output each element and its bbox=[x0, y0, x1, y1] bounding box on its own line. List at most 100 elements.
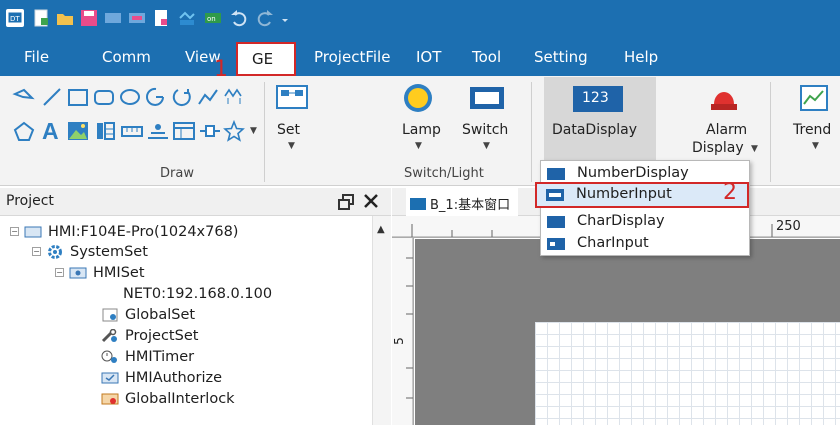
menu-help[interactable]: Help bbox=[624, 48, 658, 66]
tree-item-hmiauthorize[interactable]: HMIAuthorize bbox=[101, 368, 222, 388]
tree-item-hmitimer[interactable]: HMITimer bbox=[101, 347, 194, 367]
new-file-icon[interactable] bbox=[32, 9, 50, 27]
menu-iot[interactable]: IOT bbox=[416, 48, 441, 66]
screen-tab-icon bbox=[410, 198, 426, 210]
alarm-icon[interactable] bbox=[707, 82, 741, 114]
tree-item-globalinterlock[interactable]: GlobalInterlock bbox=[101, 389, 235, 409]
sector-tool-icon[interactable] bbox=[170, 86, 194, 108]
set-button-icon[interactable] bbox=[275, 82, 309, 112]
draw-more-dropdown-icon[interactable]: ▼ bbox=[250, 126, 257, 136]
ribbon-separator bbox=[264, 82, 265, 182]
hmi-settings-icon bbox=[69, 266, 87, 280]
switch-light-group-label: Switch/Light bbox=[404, 166, 484, 181]
scale-tool-icon[interactable] bbox=[120, 120, 144, 142]
float-panel-icon[interactable] bbox=[338, 194, 354, 210]
switch-button-icon[interactable] bbox=[469, 86, 505, 110]
authorize-icon bbox=[101, 371, 119, 385]
switch-dropdown-icon[interactable]: ▼ bbox=[483, 141, 490, 151]
tree-collapse-icon[interactable]: − bbox=[10, 227, 19, 236]
curve-tool-icon[interactable] bbox=[222, 86, 246, 108]
ellipse-tool-icon[interactable] bbox=[118, 86, 142, 108]
ribbon-separator bbox=[770, 82, 771, 182]
tree-collapse-icon[interactable]: − bbox=[32, 247, 41, 256]
tree-item-projectset[interactable]: ProjectSet bbox=[101, 326, 198, 346]
svg-text:on: on bbox=[207, 15, 216, 23]
annotation-step-1: 1 bbox=[214, 57, 228, 82]
dropdown-item-charinput[interactable]: CharInput bbox=[541, 233, 749, 255]
set-dropdown-icon[interactable]: ▼ bbox=[288, 141, 295, 151]
tree-item-systemset-label: SystemSet bbox=[70, 244, 148, 260]
window-tool-icon[interactable] bbox=[172, 120, 196, 142]
lamp-dropdown-icon[interactable]: ▼ bbox=[415, 141, 422, 151]
undo-icon[interactable] bbox=[230, 9, 248, 27]
tree-item-hmitimer-label: HMITimer bbox=[125, 349, 195, 365]
pointer-tool-icon[interactable] bbox=[12, 86, 36, 108]
gear-icon bbox=[46, 245, 64, 259]
trend-button[interactable]: Trend bbox=[793, 122, 831, 138]
polyline-tool-icon[interactable] bbox=[196, 86, 220, 108]
svg-text:DT: DT bbox=[10, 15, 20, 23]
switch-button[interactable]: Switch bbox=[462, 122, 508, 138]
tab-screen-b1[interactable]: B_1:基本窗口 bbox=[406, 188, 519, 216]
draw-group-label: Draw bbox=[160, 166, 194, 181]
menu-projectfile[interactable]: ProjectFile bbox=[314, 48, 390, 66]
compile-icon[interactable] bbox=[104, 9, 122, 27]
download-icon[interactable] bbox=[128, 9, 146, 27]
svg-text:A: A bbox=[42, 118, 59, 142]
grid-line-tool-icon[interactable] bbox=[146, 120, 170, 142]
menu-file[interactable]: File bbox=[24, 48, 49, 66]
save-icon[interactable] bbox=[80, 9, 98, 27]
dropdown-item-chardisplay[interactable]: CharDisplay bbox=[541, 211, 749, 233]
star-tool-icon[interactable] bbox=[222, 119, 246, 142]
trend-dropdown-icon[interactable]: ▼ bbox=[812, 141, 819, 151]
title-bar: DT on bbox=[0, 0, 840, 36]
lamp-button-icon[interactable] bbox=[402, 82, 434, 114]
alarm-dropdown-icon[interactable]: ▼ bbox=[751, 144, 758, 154]
line-tool-icon[interactable] bbox=[40, 86, 64, 108]
tree-item-root[interactable]: HMI:F104E-Pro(1024x768) bbox=[24, 222, 238, 242]
customize-toolbar-icon[interactable] bbox=[280, 9, 290, 27]
tree-item-net0[interactable]: NET0:192.168.0.100 bbox=[123, 284, 272, 304]
rounded-rectangle-tool-icon[interactable] bbox=[92, 86, 116, 108]
dropdown-item-numberinput[interactable]: NumberInput 2 bbox=[535, 180, 749, 208]
close-panel-icon[interactable] bbox=[363, 193, 379, 209]
project-tree-scrollbar[interactable]: ▲ bbox=[372, 216, 391, 425]
dropdown-item-chardisplay-label: CharDisplay bbox=[577, 213, 665, 229]
alarm-display-button-line1[interactable]: Alarm bbox=[706, 122, 747, 138]
ruler-vertical-label: 5 bbox=[391, 337, 406, 345]
picture-tool-icon[interactable] bbox=[66, 120, 90, 142]
text-tool-icon[interactable]: A bbox=[40, 118, 64, 144]
pipe-tool-icon[interactable] bbox=[198, 120, 222, 142]
tree-item-root-label: HMI:F104E-Pro(1024x768) bbox=[48, 224, 239, 240]
menu-tool[interactable]: Tool bbox=[472, 48, 501, 66]
tree-item-globalset[interactable]: GlobalSet bbox=[101, 305, 195, 325]
data-display-icon: 123 bbox=[573, 86, 623, 112]
set-button[interactable]: Set bbox=[277, 122, 300, 138]
redo-icon[interactable] bbox=[256, 9, 274, 27]
tree-item-hmiauthorize-label: HMIAuthorize bbox=[125, 370, 223, 386]
simulate-icon[interactable] bbox=[178, 9, 196, 27]
open-folder-icon[interactable] bbox=[56, 9, 74, 27]
lamp-button[interactable]: Lamp bbox=[402, 122, 441, 138]
trend-icon[interactable] bbox=[799, 84, 829, 112]
ruler-vertical: 5 bbox=[392, 238, 414, 425]
hmi-screen-canvas[interactable] bbox=[535, 322, 840, 425]
scroll-up-arrow-icon[interactable]: ▲ bbox=[377, 224, 385, 235]
polygon-tool-icon[interactable] bbox=[12, 120, 36, 142]
tree-collapse-icon[interactable]: − bbox=[55, 268, 64, 277]
dropdown-item-numberdisplay-label: NumberDisplay bbox=[577, 165, 689, 181]
arc-tool-icon[interactable] bbox=[144, 86, 168, 108]
page-icon[interactable] bbox=[152, 9, 170, 27]
online-icon[interactable]: on bbox=[204, 9, 222, 27]
menu-ge[interactable]: GE bbox=[236, 42, 296, 76]
menu-setting[interactable]: Setting bbox=[534, 48, 588, 66]
tree-item-hmiset[interactable]: HMISet bbox=[69, 263, 145, 283]
table-tool-icon[interactable] bbox=[94, 120, 118, 142]
alarm-display-button-line2[interactable]: Display bbox=[692, 140, 744, 156]
rectangle-tool-icon[interactable] bbox=[66, 86, 90, 108]
menu-comm[interactable]: Comm bbox=[102, 48, 151, 66]
tree-item-globalinterlock-label: GlobalInterlock bbox=[125, 391, 235, 407]
app-icon: DT bbox=[6, 9, 24, 27]
tree-item-systemset[interactable]: SystemSet bbox=[46, 242, 148, 262]
wrench-icon bbox=[101, 328, 119, 343]
